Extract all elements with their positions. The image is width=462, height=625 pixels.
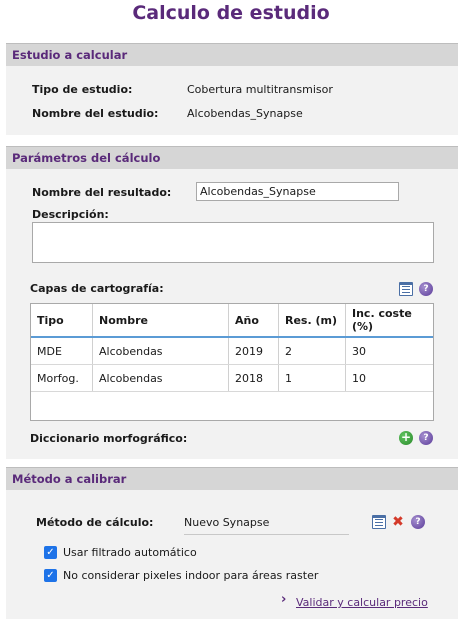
estudio-section-header: Estudio a calcular <box>6 43 458 66</box>
chevron-right-icon: › <box>281 592 287 607</box>
column-header-inc-coste[interactable]: Inc. coste (%) <box>345 304 433 338</box>
list-icon[interactable] <box>372 515 386 529</box>
metodo-section-header: Método a calibrar <box>6 467 458 490</box>
nombre-resultado-input[interactable] <box>196 182 399 201</box>
list-icon[interactable] <box>399 282 413 296</box>
filtrado-checkbox[interactable]: ✓ <box>44 546 57 559</box>
indoor-checkbox[interactable]: ✓ <box>44 569 57 582</box>
table-cell: 1 <box>278 364 346 392</box>
page-title: Calculo de estudio <box>132 2 330 24</box>
filtrado-label: Usar filtrado automático <box>63 546 197 559</box>
table-cell: Alcobendas <box>92 337 229 365</box>
parametros-section: Parámetros del cálculo Nombre del result… <box>6 146 458 459</box>
help-icon[interactable]: ? <box>419 282 433 296</box>
tipo-estudio-value: Cobertura multitransmisor <box>187 83 333 96</box>
descripcion-label: Descripción: <box>32 208 109 221</box>
metodo-calculo-label: Método de cálculo: <box>36 516 154 529</box>
table-row[interactable]: Morfog. Alcobendas 2018 1 10 <box>31 364 433 392</box>
table-cell: 10 <box>345 364 433 392</box>
tipo-estudio-label: Tipo de estudio: <box>32 83 133 96</box>
table-row[interactable]: MDE Alcobendas 2019 2 30 <box>31 337 433 365</box>
indoor-label: No considerar pixeles indoor para áreas … <box>63 569 319 582</box>
table-cell: 2018 <box>228 364 279 392</box>
table-cell: Morfog. <box>31 364 93 392</box>
help-icon[interactable]: ? <box>411 515 425 529</box>
help-icon[interactable]: ? <box>419 431 433 445</box>
column-header-nombre[interactable]: Nombre <box>92 304 229 338</box>
metodo-calculo-value[interactable]: Nuevo Synapse <box>184 516 349 535</box>
nombre-resultado-label: Nombre del resultado: <box>32 186 172 199</box>
table-cell: 2019 <box>228 337 279 365</box>
table-cell: MDE <box>31 337 93 365</box>
parametros-section-header: Parámetros del cálculo <box>6 146 458 169</box>
table-header-row: Tipo Nombre Año Res. (m) Inc. coste (%) <box>31 304 433 338</box>
metodo-section: Método a calibrar Método de cálculo: Nue… <box>6 467 458 619</box>
column-header-res[interactable]: Res. (m) <box>278 304 346 338</box>
estudio-section: Estudio a calcular Tipo de estudio: Cobe… <box>6 43 458 135</box>
column-header-ano[interactable]: Año <box>228 304 279 338</box>
table-cell: 30 <box>345 337 433 365</box>
column-header-tipo[interactable]: Tipo <box>31 304 93 338</box>
diccionario-label: Diccionario morfográfico: <box>30 432 188 445</box>
table-cell: 2 <box>278 337 346 365</box>
nombre-estudio-label: Nombre del estudio: <box>32 107 159 120</box>
table-cell: Alcobendas <box>92 364 229 392</box>
nombre-estudio-value: Alcobendas_Synapse <box>187 107 303 120</box>
capas-table: Tipo Nombre Año Res. (m) Inc. coste (%) … <box>30 303 434 421</box>
capas-cartografia-label: Capas de cartografía: <box>30 282 164 295</box>
add-icon[interactable]: + <box>399 431 413 445</box>
descripcion-textarea[interactable] <box>32 222 434 263</box>
validar-calcular-link[interactable]: Validar y calcular precio <box>296 596 428 609</box>
remove-icon[interactable]: ✖ <box>391 515 405 529</box>
